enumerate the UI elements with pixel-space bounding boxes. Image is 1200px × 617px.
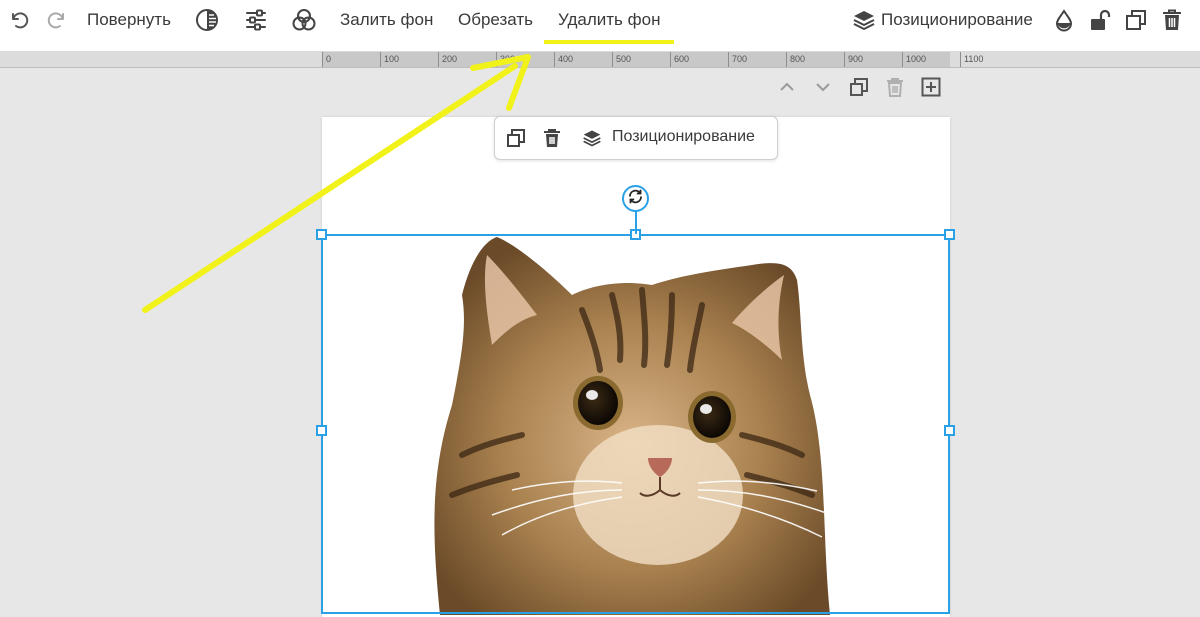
- ruler-tick: 900: [844, 52, 863, 67]
- duplicate-icon[interactable]: [1124, 8, 1148, 32]
- filter-icon[interactable]: [195, 8, 219, 32]
- add-page-icon[interactable]: [921, 77, 941, 97]
- unlock-icon[interactable]: [1088, 8, 1112, 32]
- ruler-tick: 1100: [960, 52, 983, 67]
- horizontal-ruler: 0 100 200 300 400 500 600 700 800 900 10…: [0, 52, 1200, 68]
- ruler-tick: 200: [438, 52, 457, 67]
- resize-handle-right[interactable]: [944, 425, 955, 436]
- selection-frame: [321, 234, 950, 614]
- duplicate-element-icon[interactable]: [506, 128, 526, 148]
- main-toolbar: Повернуть Залить фон Обрезать Удалить фо…: [0, 0, 1200, 52]
- redo-icon[interactable]: [44, 8, 68, 32]
- ruler-tick: 500: [612, 52, 631, 67]
- color-channels-icon[interactable]: [291, 8, 316, 32]
- layers-icon[interactable]: [852, 8, 876, 32]
- rotate-handle[interactable]: [622, 185, 649, 212]
- element-floating-toolbar: Позиционирование: [494, 116, 778, 160]
- adjust-icon[interactable]: [244, 8, 268, 32]
- resize-handle-top-left[interactable]: [316, 229, 327, 240]
- ruler-tick: 1000: [902, 52, 926, 67]
- delete-page-icon[interactable]: [885, 77, 905, 97]
- opacity-drop-icon[interactable]: [1052, 8, 1076, 32]
- ruler-tick: 800: [786, 52, 805, 67]
- remove-background-button[interactable]: Удалить фон: [558, 0, 660, 40]
- rotate-connector: [635, 209, 637, 234]
- resize-handle-left[interactable]: [316, 425, 327, 436]
- rotate-icon: [627, 188, 644, 210]
- positioning-button[interactable]: Позиционирование: [881, 0, 1033, 40]
- ruler-tick: 600: [670, 52, 689, 67]
- ruler-tick: 400: [554, 52, 573, 67]
- duplicate-page-icon[interactable]: [849, 77, 869, 97]
- ruler-tick: 700: [728, 52, 747, 67]
- resize-handle-top-right[interactable]: [944, 229, 955, 240]
- chevron-up-icon[interactable]: [777, 77, 797, 97]
- layers-icon[interactable]: [582, 128, 602, 148]
- undo-icon[interactable]: [8, 8, 32, 32]
- delete-element-icon[interactable]: [542, 128, 562, 148]
- fill-background-button[interactable]: Залить фон: [340, 0, 433, 40]
- chevron-down-icon[interactable]: [813, 77, 833, 97]
- crop-button[interactable]: Обрезать: [458, 0, 533, 40]
- element-positioning-button[interactable]: Позиционирование: [612, 128, 755, 146]
- ruler-tick: 300: [496, 52, 515, 67]
- rotate-button[interactable]: Повернуть: [87, 0, 171, 40]
- active-tab-indicator: [544, 40, 674, 44]
- ruler-tick: 0: [322, 52, 331, 67]
- ruler-tick: 100: [380, 52, 399, 67]
- trash-icon[interactable]: [1160, 8, 1184, 32]
